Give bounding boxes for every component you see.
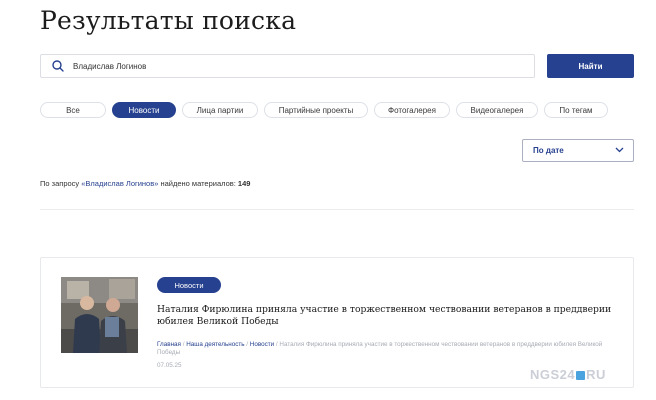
- search-input[interactable]: [73, 61, 473, 71]
- search-button[interactable]: Найти: [547, 54, 634, 78]
- news-thumbnail[interactable]: [61, 277, 138, 353]
- breadcrumb-home[interactable]: Главная: [157, 341, 181, 348]
- breadcrumb-section[interactable]: Наша деятельность: [186, 341, 244, 348]
- divider: [40, 209, 634, 210]
- watermark-dot: [576, 371, 586, 380]
- results-total: 149: [237, 179, 251, 188]
- page-title: Результаты поиска: [40, 6, 297, 35]
- breadcrumb: Главная / Наша деятельность / Новости / …: [157, 341, 603, 356]
- results-query-link[interactable]: «Владислав Логинов»: [81, 179, 158, 188]
- results-prefix: По запросу: [40, 179, 82, 188]
- breadcrumb-category[interactable]: Новости: [250, 341, 274, 348]
- tab-news[interactable]: Новости: [112, 102, 176, 118]
- sort-select[interactable]: По дате: [522, 139, 634, 162]
- category-badge[interactable]: Новости: [157, 277, 221, 293]
- tab-party-projects[interactable]: Партийные проекты: [264, 102, 368, 118]
- watermark-logo: NGS24 RU: [530, 367, 606, 382]
- watermark-right: RU: [586, 367, 606, 382]
- search-icon: [51, 59, 65, 73]
- search-box[interactable]: [40, 54, 535, 78]
- tab-all[interactable]: Все: [40, 102, 106, 118]
- tab-party-faces[interactable]: Лица партии: [182, 102, 258, 118]
- tab-video-gallery[interactable]: Видеогалерея: [456, 102, 538, 118]
- tab-by-tags[interactable]: По тегам: [544, 102, 608, 118]
- news-date: 07.05.25: [157, 362, 182, 369]
- results-count: По запросу «Владислав Логинов» найдено м…: [40, 179, 250, 188]
- results-middle: найдено материалов:: [158, 179, 238, 188]
- chevron-down-icon: [615, 146, 624, 155]
- watermark-left: NGS24: [530, 367, 576, 382]
- sort-selected-label: По дате: [533, 146, 564, 155]
- news-title-link[interactable]: Наталия Фирюлина приняла участие в торже…: [157, 304, 617, 328]
- tab-photo-gallery[interactable]: Фотогалерея: [374, 102, 450, 118]
